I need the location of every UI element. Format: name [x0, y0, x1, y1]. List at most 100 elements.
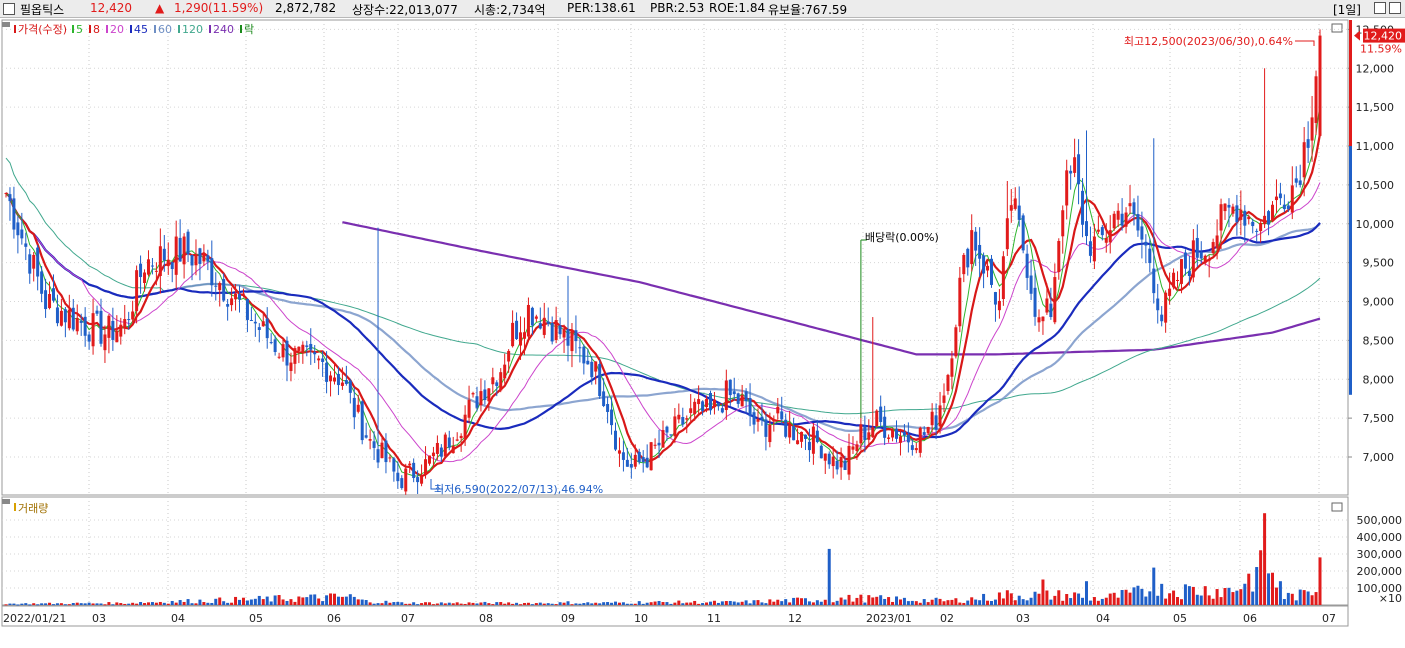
volume-bar — [875, 596, 879, 605]
volume-bar — [546, 603, 550, 605]
candle-body — [24, 243, 28, 247]
volume-bar — [550, 603, 554, 605]
candle-body — [661, 430, 665, 448]
candle-body — [48, 294, 52, 309]
volume-bar — [982, 593, 986, 605]
candle-body — [202, 253, 206, 262]
candle-body — [333, 377, 336, 382]
volume-bar — [657, 601, 661, 605]
candle-body — [479, 391, 483, 406]
volume-bar — [1100, 598, 1104, 605]
x-tick-label: 02 — [940, 612, 954, 625]
candle-body — [1247, 216, 1251, 220]
volume-bar — [123, 603, 127, 605]
candle-body — [1053, 277, 1057, 323]
volume-bar — [424, 602, 428, 605]
candle-body — [1152, 268, 1156, 294]
volume-bar — [396, 601, 400, 605]
volume-bar — [443, 603, 447, 605]
volume-bar — [28, 604, 32, 606]
candle-body — [1294, 178, 1298, 183]
candle-body — [1306, 139, 1310, 148]
candle-body — [1005, 218, 1009, 250]
candle-body — [273, 339, 277, 353]
candle-body — [170, 262, 174, 270]
candle-body — [269, 342, 273, 344]
candle-body — [289, 362, 293, 372]
volume-bar — [1025, 600, 1029, 605]
candle-body — [36, 247, 40, 277]
candle-body — [950, 358, 954, 377]
legend-label: 60 — [158, 23, 172, 36]
candle-body — [439, 447, 443, 457]
candle-body — [127, 319, 131, 321]
candle-body — [1267, 211, 1271, 225]
volume-bar — [135, 603, 139, 605]
volume-bar — [954, 598, 958, 605]
candle-body — [487, 388, 491, 402]
candle-body — [1282, 204, 1286, 210]
legend-swatch — [130, 25, 132, 33]
volume-bar — [87, 602, 91, 605]
volume-bar — [4, 604, 8, 606]
candle-body — [20, 229, 24, 239]
candle-body — [471, 393, 475, 395]
volume-bar — [515, 602, 519, 605]
volume-bar — [408, 603, 412, 605]
volume-bar — [590, 603, 594, 605]
volume-bar — [507, 602, 511, 605]
volume-bar — [1148, 591, 1152, 605]
volume-bar — [503, 603, 507, 605]
volume-bar — [1172, 590, 1176, 605]
volume-bar — [716, 602, 720, 605]
candle-body — [249, 320, 253, 322]
y-tick-label: 7,000 — [1363, 451, 1395, 464]
volume-bar — [182, 601, 186, 605]
volume-bar — [511, 603, 515, 605]
candle-body — [594, 361, 598, 372]
volume-bar — [400, 602, 404, 605]
volume-bar — [475, 603, 479, 605]
volume-bar — [756, 600, 760, 605]
candle-body — [285, 340, 289, 366]
volume-bar — [1073, 592, 1077, 605]
candle-body — [1302, 142, 1306, 178]
volume-bar — [665, 602, 669, 605]
volume-bar — [63, 604, 67, 606]
candle-body — [906, 434, 910, 443]
volume-bar — [1124, 589, 1128, 605]
volume-bar — [59, 603, 63, 605]
candle-body — [143, 272, 147, 283]
candle-body — [1274, 196, 1278, 201]
candle-body — [123, 319, 127, 328]
candle-body — [641, 457, 645, 463]
volume-bar — [435, 603, 439, 605]
candle-body — [1144, 241, 1148, 246]
candle-body — [926, 426, 930, 434]
candle-body — [1219, 204, 1223, 231]
candle-body — [222, 279, 226, 301]
candle-body — [503, 364, 507, 379]
volume-bar — [368, 602, 372, 605]
legend-label: 5 — [76, 23, 83, 36]
candle-body — [883, 416, 887, 438]
candle-body — [463, 414, 467, 439]
candle-body — [1092, 236, 1096, 262]
x-tick-label: 07 — [401, 612, 415, 625]
volume-bar — [534, 603, 538, 605]
volume-bar — [831, 602, 835, 605]
candle-body — [756, 418, 760, 422]
candle-body — [689, 408, 693, 413]
candle-body — [910, 445, 914, 450]
candle-body — [823, 453, 827, 461]
candle-body — [954, 327, 958, 357]
legend-swatch — [14, 503, 16, 511]
x-tick-label: 06 — [327, 612, 341, 625]
candle-body — [467, 399, 471, 418]
volume-bar — [788, 602, 792, 605]
volume-bar — [772, 601, 776, 605]
volume-bar — [883, 598, 887, 605]
candle-body — [491, 377, 495, 385]
candle-body — [744, 391, 748, 402]
candle-body — [748, 398, 752, 417]
